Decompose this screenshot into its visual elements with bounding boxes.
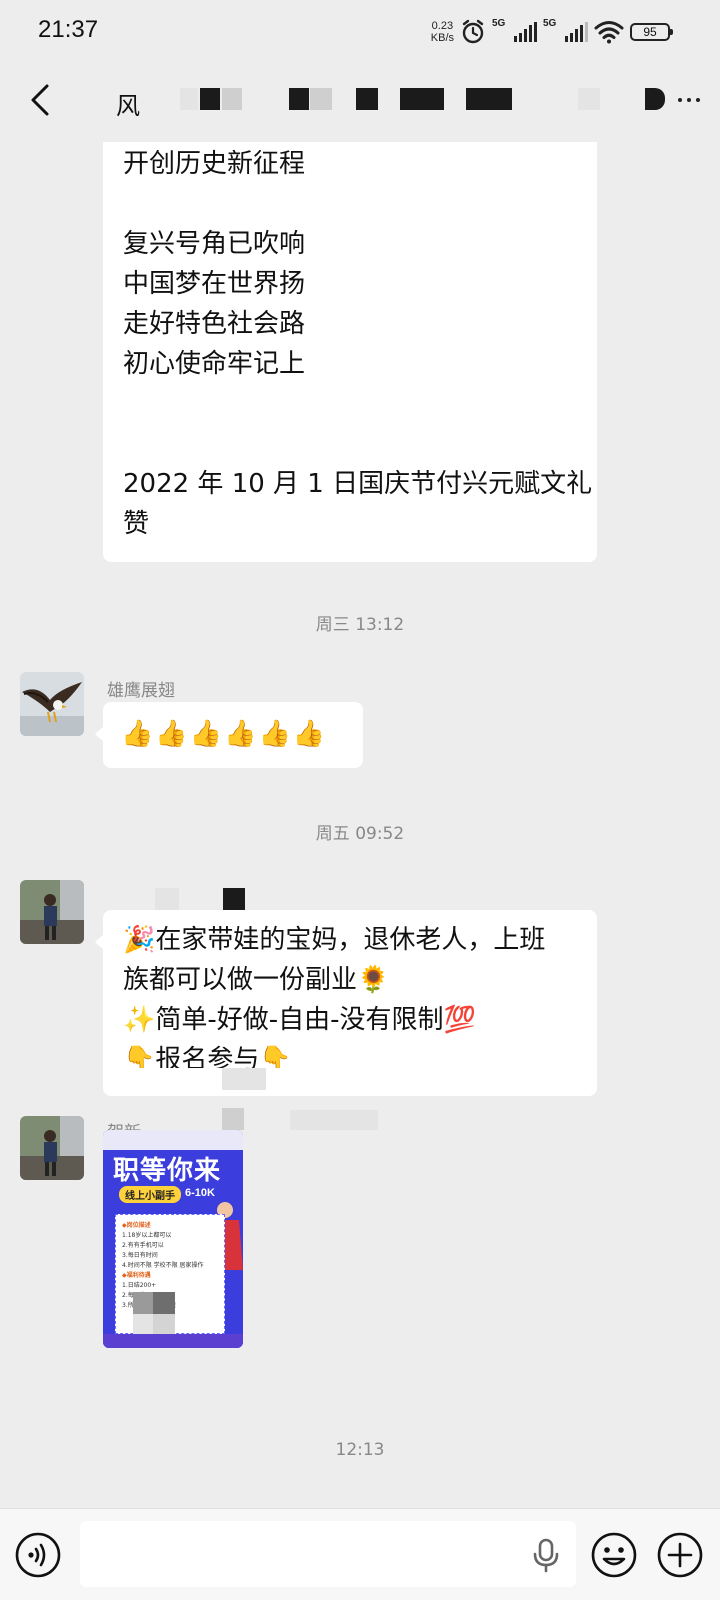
emoji-button[interactable]	[590, 1531, 638, 1579]
voice-icon	[15, 1532, 61, 1578]
more-button[interactable]	[650, 86, 700, 114]
timestamp: 12:13	[335, 1440, 385, 1460]
message-bubble-thumbs[interactable]: 👍👍👍👍👍👍	[95, 702, 363, 768]
ad-line: ✨简单-好做-自由-没有限制💯	[123, 1005, 476, 1035]
poem-line: 走好特色社会路	[123, 309, 306, 339]
user-avatar-image	[20, 1116, 84, 1180]
poster-header-strip	[103, 1130, 243, 1150]
more-functions-button[interactable]	[656, 1531, 704, 1579]
poster-subtitle: 线上小副手	[125, 1191, 175, 1202]
sim2-label: 5G	[543, 18, 557, 29]
poster-subtitle-badge: 线上小副手	[119, 1186, 181, 1203]
poster-section-title: ◆福利待遇	[122, 1272, 151, 1279]
ad-line: 族都可以做一份副业🌻	[123, 965, 390, 995]
chat-header: 风	[0, 64, 720, 134]
ad-line: 👇报名参与👇	[123, 1045, 292, 1068]
poem-line	[123, 384, 577, 424]
wifi-icon	[594, 21, 624, 44]
signal-2-icon: 5G	[543, 18, 588, 42]
message-input[interactable]	[80, 1521, 576, 1587]
sim1-label: 5G	[492, 18, 506, 29]
poster-footer-strip	[103, 1334, 243, 1348]
avatar-user[interactable]	[20, 1116, 84, 1180]
poster-section-title: ◆岗位描述	[122, 1222, 151, 1229]
ad-line: 🎉在家带娃的宝妈，退休老人，上班	[123, 925, 546, 955]
poster-item: 2.有有手机可以	[122, 1242, 164, 1249]
bubble-tail	[95, 934, 104, 950]
bubble-tail	[95, 726, 104, 742]
microphone-icon	[533, 1538, 559, 1573]
timestamp: 周五 09:52	[315, 824, 405, 844]
message-bubble-poem[interactable]: 开创历史新征程 复兴号角已吹响 中国梦在世界扬 走好特色社会路 初心使命牢记上 …	[103, 142, 597, 562]
mic-button[interactable]	[528, 1537, 564, 1573]
status-icons: 0.23 KB/s 5G 5G 95	[431, 16, 673, 48]
poem-line: 初心使命牢记上	[123, 349, 306, 379]
poem-line: 中国梦在世界扬	[123, 269, 306, 299]
poster-salary: 6-10K	[185, 1187, 215, 1199]
plus-icon	[657, 1532, 703, 1578]
poster-item: 1.18岁以上都可以	[122, 1232, 172, 1239]
poster-item: 4.时间不限 学校不限 居家操作	[122, 1262, 204, 1269]
avatar-eagle[interactable]	[20, 672, 84, 736]
poster-item: 1.日结200+	[122, 1282, 157, 1289]
network-speed: 0.23 KB/s	[431, 20, 454, 44]
chevron-left-icon	[31, 84, 49, 116]
sender-name: 雄鹰展翅	[107, 681, 175, 701]
message-bubble-ad[interactable]: 🎉在家带娃的宝妈，退休老人，上班 族都可以做一份副业🌻 ✨简单-好做-自由-没有…	[95, 910, 597, 1096]
avatar-user[interactable]	[20, 880, 84, 944]
timestamp: 周三 13:12	[315, 615, 405, 635]
image-message-poster[interactable]: 职等你来 线上小副手 6-10K ◆岗位描述 1.18岁以上都可以 2.有有手机…	[103, 1130, 243, 1348]
signal-1-icon: 5G	[492, 18, 537, 42]
battery-icon: 95	[630, 23, 673, 41]
alarm-icon	[462, 19, 484, 44]
network-speed-unit: KB/s	[430, 32, 454, 44]
user-avatar-image	[20, 880, 84, 944]
thumbs-up-emoji-row: 👍👍👍👍👍👍	[121, 719, 328, 749]
poem-line: 赞	[123, 509, 150, 539]
voice-mode-button[interactable]	[14, 1531, 62, 1579]
poster-headline: 职等你来	[113, 1156, 222, 1186]
poster-item: 3.每日有时间	[122, 1252, 158, 1259]
eagle-avatar-image	[20, 672, 84, 736]
network-speed-value: 0.23	[431, 20, 454, 32]
chat-input-bar	[0, 1508, 720, 1600]
back-button[interactable]	[20, 80, 60, 120]
poem-line: 复兴号角已吹响	[123, 229, 306, 259]
status-time: 21:37	[38, 16, 99, 43]
emoji-icon	[591, 1532, 637, 1578]
poem-line: 2022 年 10 月 1 日国庆节付兴元赋文礼	[123, 469, 593, 499]
poem-line	[123, 424, 577, 464]
poem-line	[123, 184, 577, 224]
status-bar: 21:37 0.23 KB/s 5G 5G 95	[0, 0, 720, 64]
poem-line: 开创历史新征程	[123, 149, 306, 179]
chat-title: 风	[116, 92, 140, 120]
